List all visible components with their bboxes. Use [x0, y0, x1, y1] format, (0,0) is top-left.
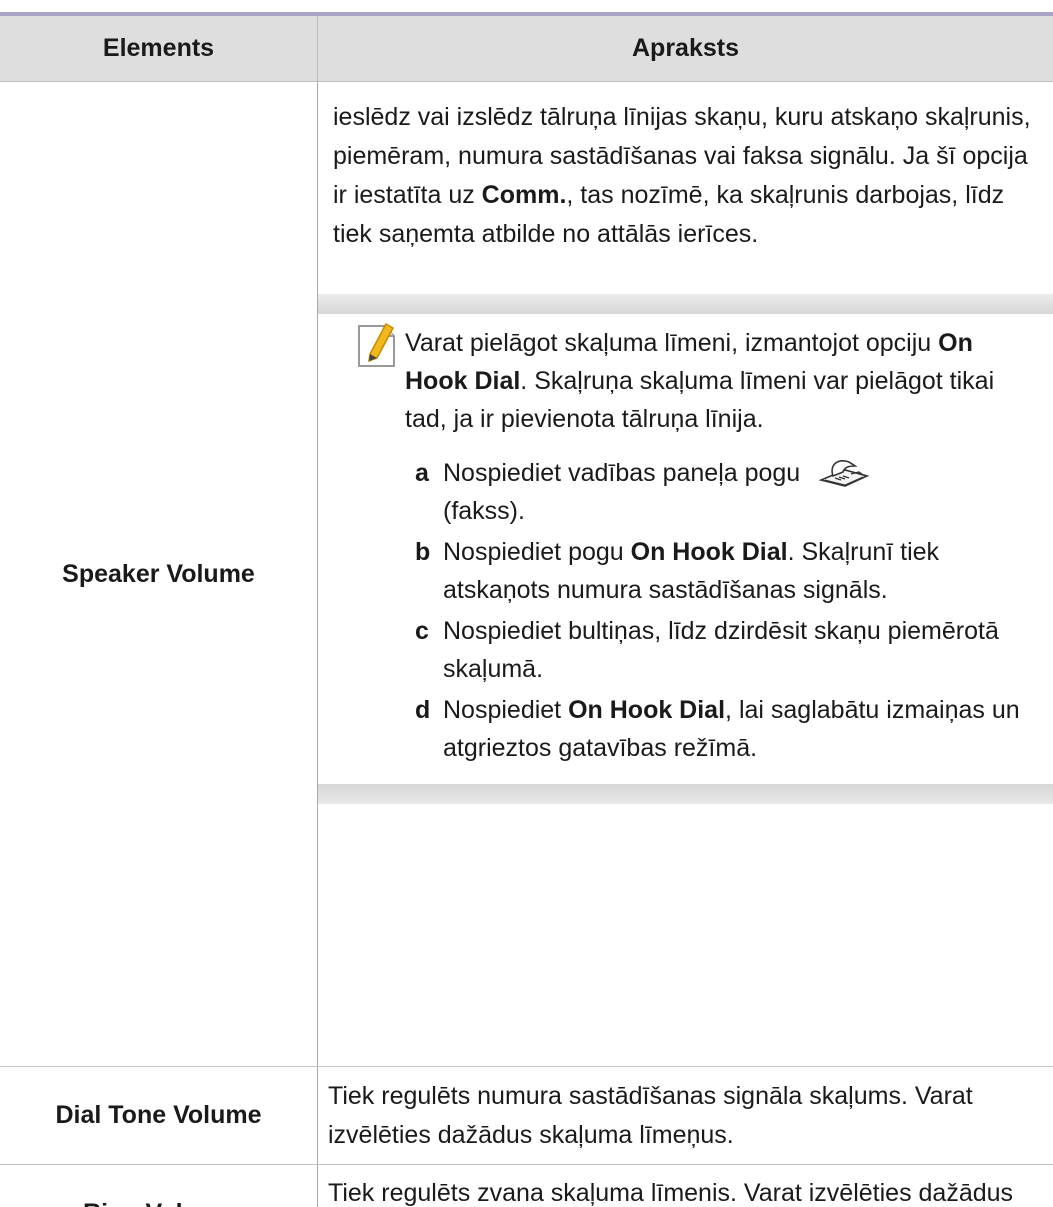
ring-volume-cell: Ring Volume [0, 1165, 318, 1207]
fax-icon [818, 460, 870, 488]
table-row-ring-volume: Ring Volume Tiek regulēts zvana skaļuma … [0, 1165, 1053, 1207]
step-b: b Nospiediet pogu On Hook Dial. Skaļrunī… [415, 538, 940, 605]
header-elements: Elements [0, 16, 318, 81]
dial-tone-description: Tiek regulēts numura sastādīšanas signāl… [328, 1081, 973, 1149]
table-row-dial-tone-volume: Dial Tone Volume Tiek regulēts numura sa… [0, 1067, 1053, 1165]
note-bottom-bar [318, 784, 1053, 805]
note-pencil-icon [358, 322, 395, 367]
note-box: Varat pielāgot skaļuma līmeni, izmantojo… [318, 294, 1053, 805]
speaker-volume-description-cell: ieslēdz vai izslēdz tālruņa līnijas skaņ… [318, 82, 1053, 1066]
dial-tone-volume-cell: Dial Tone Volume [0, 1067, 318, 1164]
settings-table: Elements Apraksts Speaker Volume ieslēdz… [0, 12, 1053, 1207]
note-text: Varat pielāgot skaļuma līmeni, izmantojo… [405, 329, 995, 433]
speaker-volume-label: Speaker Volume [62, 559, 255, 588]
header-description: Apraksts [632, 34, 739, 62]
ring-volume-label: Ring Volume [83, 1199, 234, 1207]
ring-description: Tiek regulēts zvana skaļuma līmenis. Var… [328, 1179, 1014, 1207]
step-a: a Nospiediet vadības paneļa pogu (fakss)… [415, 454, 1039, 530]
step-d: d Nospiediet On Hook Dial, lai saglabātu… [415, 696, 1020, 763]
steps-list: a Nospiediet vadības paneļa pogu (fakss)… [415, 454, 1039, 767]
speaker-volume-description: ieslēdz vai izslēdz tālruņa līnijas skaņ… [333, 103, 1031, 248]
note-body: Varat pielāgot skaļuma līmeni, izmantojo… [318, 314, 1053, 784]
step-c: c Nospiediet bultiņas, līdz dzirdēsit sk… [415, 617, 999, 684]
dial-tone-volume-label: Dial Tone Volume [55, 1101, 262, 1129]
dial-tone-description-cell: Tiek regulēts numura sastādīšanas signāl… [318, 1067, 1053, 1164]
ring-description-cell: Tiek regulēts zvana skaļuma līmenis. Var… [318, 1165, 1053, 1207]
table-row-speaker-volume: Speaker Volume ieslēdz vai izslēdz tālru… [0, 82, 1053, 1067]
table-header-row: Elements Apraksts [0, 16, 1053, 82]
speaker-volume-cell: Speaker Volume [0, 82, 318, 1066]
note-top-bar [318, 294, 1053, 314]
